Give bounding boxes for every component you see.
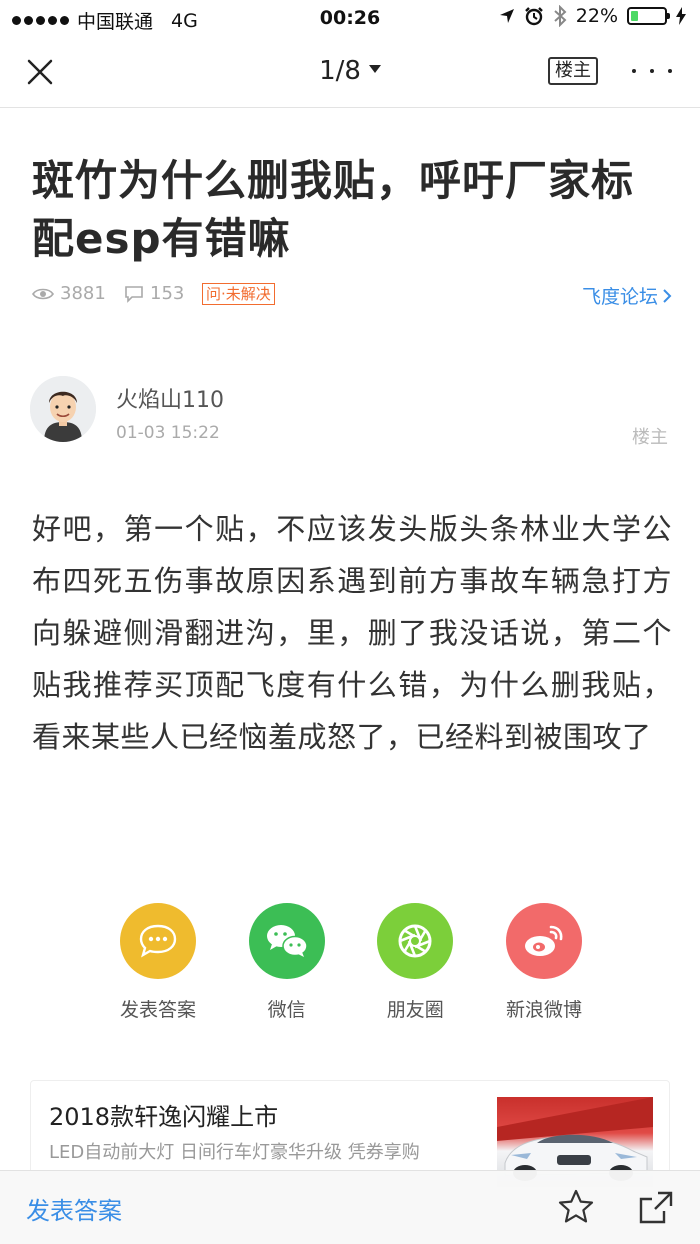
bottom-bar: 发表答案 bbox=[0, 1170, 700, 1244]
comments-value: 153 bbox=[150, 283, 185, 304]
forum-link[interactable]: 飞度论坛 bbox=[582, 282, 672, 309]
post-meta: 3881 153 问·未解决 飞度论坛 bbox=[32, 282, 672, 308]
bluetooth-icon bbox=[554, 5, 567, 27]
battery-percent: 22% bbox=[575, 5, 618, 27]
comment-icon bbox=[125, 285, 143, 303]
avatar[interactable] bbox=[30, 376, 96, 442]
post-answer-button[interactable]: 发表答案 bbox=[26, 1191, 122, 1226]
status-right: 22% bbox=[499, 5, 686, 27]
location-arrow-icon bbox=[499, 9, 514, 23]
share-wechat-button[interactable]: 微信 bbox=[225, 903, 349, 1023]
weibo-icon bbox=[524, 925, 563, 956]
avatar-image bbox=[30, 376, 96, 442]
share-moments-button[interactable]: 朋友圈 bbox=[353, 903, 477, 1023]
share-circle bbox=[505, 903, 582, 979]
share-weibo-button[interactable]: 新浪微博 bbox=[482, 903, 606, 1023]
share-label: 微信 bbox=[267, 999, 306, 1021]
ad-title: 2018款轩逸闪耀上市 bbox=[49, 1103, 279, 1131]
page-indicator-label: 1/8 bbox=[319, 56, 361, 86]
status-badge: 问·未解决 bbox=[202, 283, 275, 305]
forum-name: 飞度论坛 bbox=[581, 286, 658, 308]
share-label: 新浪微博 bbox=[505, 999, 582, 1021]
page: 中国联通 4G 00:26 22% 1/8 楼主 斑竹为什么删我贴，呼吁厂家标配… bbox=[0, 0, 700, 1244]
nav-bar: 1/8 楼主 bbox=[0, 36, 700, 108]
share-circle bbox=[377, 903, 454, 979]
ad-description: LED自动前大灯 日间行车灯豪华升级 凭券享购 bbox=[49, 1142, 420, 1163]
owner-only-button[interactable]: 楼主 bbox=[548, 57, 598, 85]
share-label: 朋友圈 bbox=[386, 999, 444, 1021]
more-icon[interactable] bbox=[632, 56, 672, 86]
moments-icon bbox=[398, 924, 432, 958]
post-time: 01-03 15:22 bbox=[116, 423, 220, 443]
post-body: 好吧，第一个贴，不应该发头版头条林业大学公布四死五伤事故原因系遇到前方事故车辆急… bbox=[32, 512, 672, 754]
post-title: 斑竹为什么删我贴，呼吁厂家标配esp有错嘛 bbox=[32, 156, 635, 263]
author-name[interactable]: 火焰山110 bbox=[116, 382, 224, 414]
share-circle bbox=[120, 903, 196, 979]
share-icon[interactable] bbox=[636, 1187, 676, 1227]
caret-down-icon bbox=[368, 64, 381, 73]
share-row: 发表答案 微信 朋友圈 新浪微博 bbox=[96, 903, 606, 1023]
alarm-icon bbox=[524, 7, 543, 26]
wechat-icon bbox=[266, 925, 308, 957]
share-circle bbox=[248, 903, 325, 979]
owner-label: 楼主 bbox=[632, 427, 668, 448]
charging-icon bbox=[676, 7, 686, 25]
status-bar: 中国联通 4G 00:26 22% bbox=[0, 0, 700, 36]
comments-count: 153 bbox=[124, 283, 184, 304]
star-icon[interactable] bbox=[556, 1187, 596, 1227]
views-value: 3881 bbox=[60, 283, 106, 304]
views-count: 3881 bbox=[32, 283, 106, 304]
chevron-right-icon bbox=[663, 288, 672, 303]
share-label: 发表答案 bbox=[119, 999, 196, 1021]
comment-bubble-icon bbox=[139, 924, 177, 958]
battery-icon bbox=[627, 7, 670, 25]
share-answer-button[interactable]: 发表答案 bbox=[96, 903, 220, 1023]
eye-icon bbox=[32, 288, 54, 299]
